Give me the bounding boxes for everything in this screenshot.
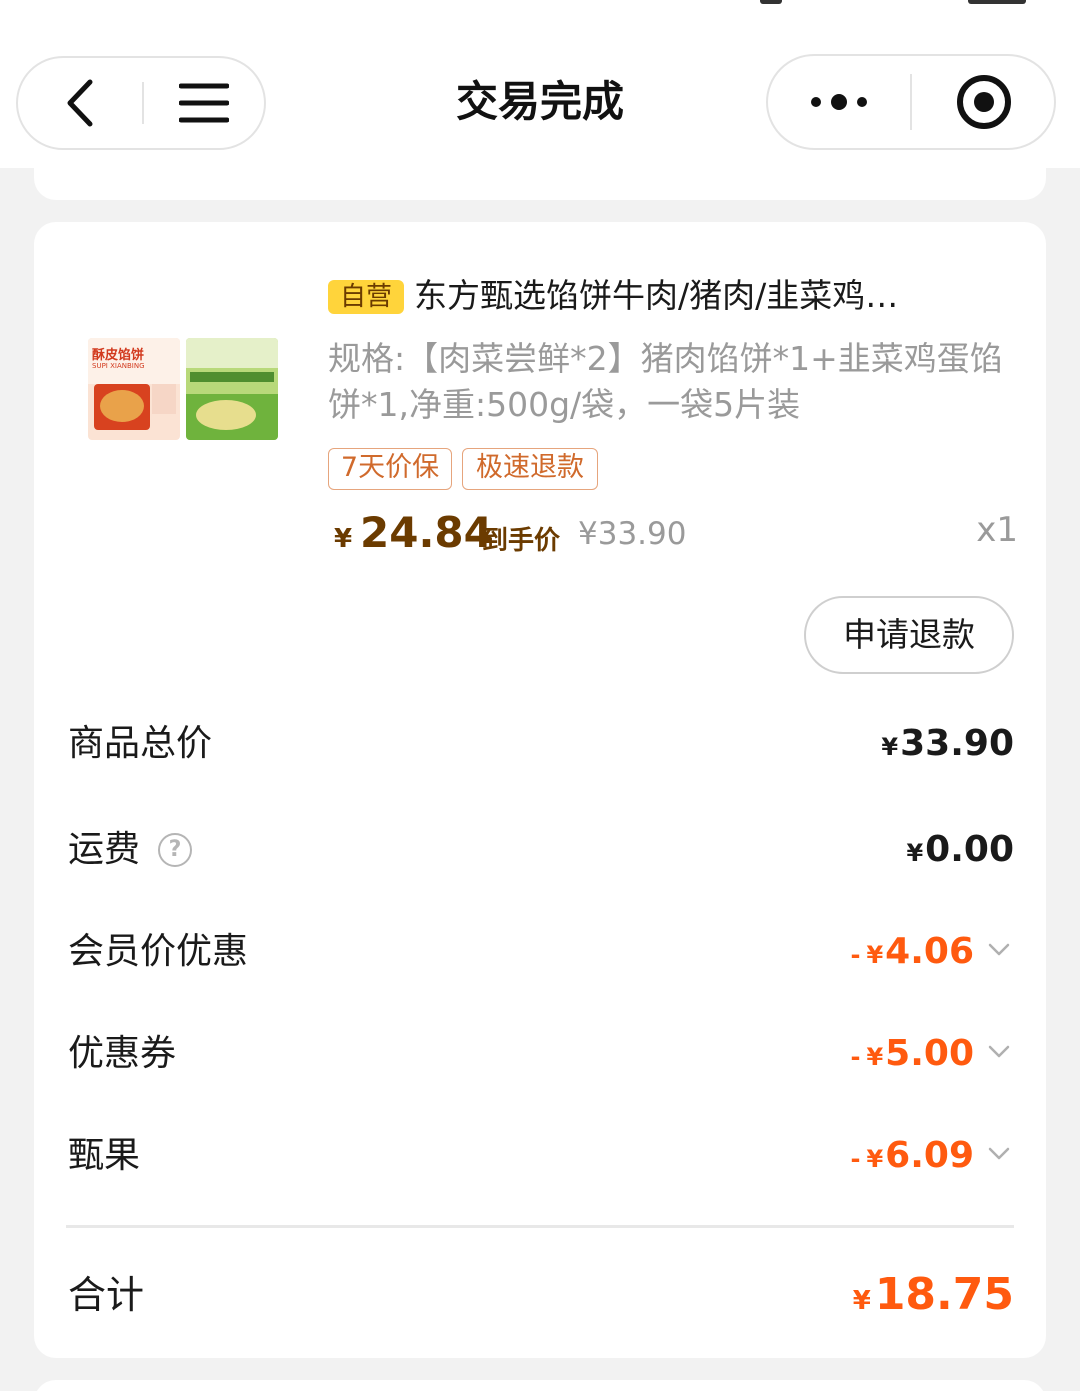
- back-button[interactable]: [18, 58, 142, 148]
- product-spec: 规格:【肉菜尝鲜*2】猪肉馅饼*1+韭菜鸡蛋馅饼*1,净重:500g/袋，一袋5…: [328, 339, 1003, 424]
- more-button[interactable]: [768, 56, 910, 148]
- package-image-a: 酥皮馅饼 SUPI XIANBING: [88, 338, 180, 440]
- final-price-label: 到手价: [482, 526, 561, 556]
- close-target-icon: [957, 75, 1011, 129]
- total-row: 合计 ¥18.75: [68, 1262, 1014, 1328]
- left-nav-capsule: [16, 56, 266, 150]
- right-nav-capsule: [766, 54, 1056, 150]
- fee-label: 商品总价: [68, 723, 213, 764]
- menu-button[interactable]: [144, 58, 264, 148]
- order-card: 酥皮馅饼 SUPI XIANBING 自营 东方甄选馅饼牛肉/猪肉/韭菜鸡… 规…: [34, 222, 1046, 1358]
- fee-value: ¥33.90: [881, 723, 1014, 764]
- close-miniapp-button[interactable]: [914, 56, 1054, 148]
- back-arrow-icon: [67, 79, 93, 127]
- fee-row-goods-total: 商品总价 ¥33.90: [68, 714, 1014, 774]
- next-card: [34, 1380, 1046, 1391]
- fee-value: ¥0.00: [906, 829, 1014, 870]
- price-currency: ¥: [334, 524, 353, 554]
- product-image[interactable]: 酥皮馅饼 SUPI XIANBING: [86, 332, 286, 444]
- divider: [66, 1225, 1014, 1228]
- apply-refund-button[interactable]: 申请退款: [804, 596, 1014, 674]
- fee-label: 运费: [68, 829, 141, 870]
- original-price: ¥33.90: [578, 516, 687, 552]
- fee-row-zhenguo[interactable]: 甄果 - ¥6.09: [68, 1126, 1014, 1186]
- top-nav-bar: 交易完成: [0, 0, 1080, 168]
- previous-card: [34, 150, 1046, 200]
- fee-row-coupon[interactable]: 优惠券 - ¥5.00: [68, 1024, 1014, 1084]
- product-title[interactable]: 东方甄选馅饼牛肉/猪肉/韭菜鸡…: [414, 272, 1014, 320]
- help-circle-icon[interactable]: ?: [158, 833, 192, 867]
- fee-value: - ¥5.00: [850, 1033, 975, 1074]
- total-label: 合计: [68, 1273, 145, 1317]
- package-image-b: [186, 338, 278, 440]
- price-row: ¥ 24.84 到手价 ¥33.90 x1: [328, 506, 1018, 562]
- fee-value: - ¥6.09: [850, 1135, 975, 1176]
- fee-row-member-discount[interactable]: 会员价优惠 - ¥4.06: [68, 922, 1014, 982]
- total-value: ¥18.75: [852, 1269, 1014, 1320]
- more-dots-icon: [811, 94, 867, 110]
- fee-label: 优惠券: [68, 1033, 177, 1074]
- quantity: x1: [976, 510, 1018, 550]
- menu-icon: [179, 83, 229, 123]
- status-bar-fragment: [760, 0, 782, 4]
- page-title: 交易完成: [455, 77, 624, 126]
- fee-label: 会员价优惠: [68, 931, 249, 972]
- fee-row-shipping: 运费 ? ¥0.00: [68, 820, 1014, 880]
- price-protect-badge: 7天价保: [328, 448, 452, 490]
- self-operated-tag: 自营: [328, 280, 404, 314]
- chevron-down-icon[interactable]: [988, 1142, 1010, 1164]
- fee-label: 甄果: [68, 1135, 141, 1176]
- fee-value: - ¥4.06: [850, 931, 975, 972]
- fast-refund-badge: 极速退款: [462, 448, 598, 490]
- chevron-down-icon[interactable]: [988, 938, 1010, 960]
- chevron-down-icon[interactable]: [988, 1040, 1010, 1062]
- capsule-divider: [910, 74, 912, 130]
- final-price: 24.84: [360, 508, 493, 557]
- status-bar-fragment: [968, 0, 1026, 4]
